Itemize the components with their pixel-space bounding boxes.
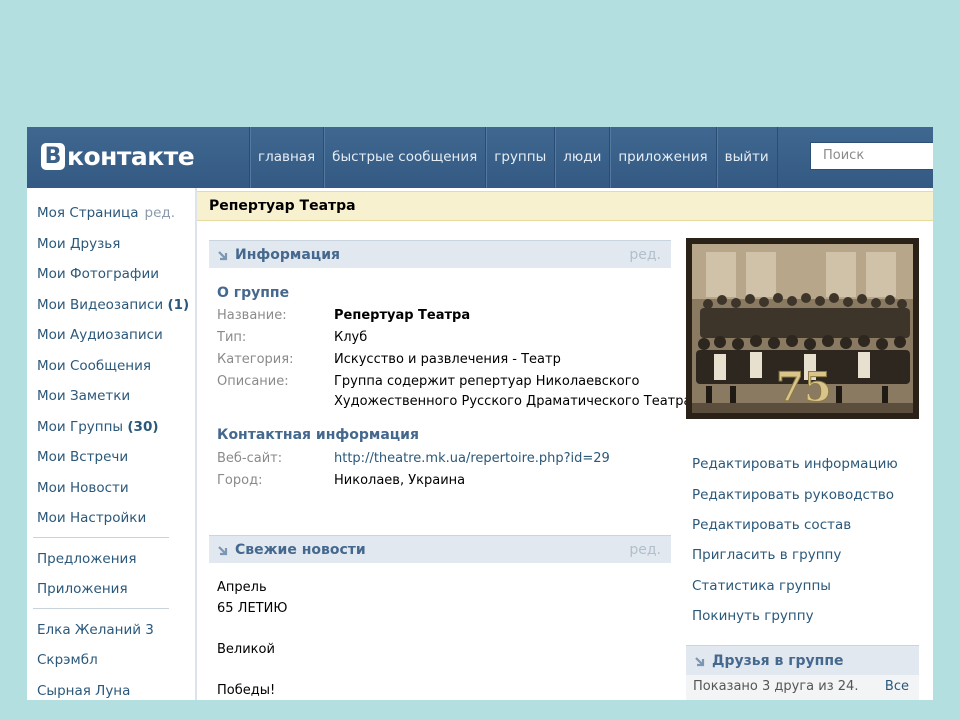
sidebar-item-events[interactable]: Мои Встречи <box>37 449 128 465</box>
logo-text: контакте <box>67 141 195 171</box>
sidebar-item-my-page[interactable]: Моя Страница ред. <box>37 205 175 221</box>
friends-in-group-header[interactable]: Друзья в группе <box>686 645 919 675</box>
city-value: Николаев, Украина <box>334 473 466 488</box>
nav-home[interactable]: главная <box>249 127 323 188</box>
info-section-header[interactable]: Информация ред. <box>209 240 671 268</box>
name-value: Репертуар Театра <box>334 308 471 323</box>
edit-link[interactable]: ред. <box>629 536 661 564</box>
sidebar-item-groups[interactable]: Мои Группы (30) <box>37 419 159 435</box>
type-value: Клуб <box>334 330 368 345</box>
nav-people[interactable]: люди <box>554 127 609 188</box>
main-nav: главная быстрые сообщения группы люди пр… <box>249 127 778 188</box>
about-group-heading: О группе <box>217 285 290 301</box>
type-label: Тип: <box>217 330 247 345</box>
section-title: Информация <box>235 247 340 263</box>
sidebar-item-videos[interactable]: Мои Видеозаписи (1) <box>37 297 189 313</box>
collapse-arrow-icon <box>695 657 705 667</box>
leave-group-link[interactable]: Покинуть группу <box>692 608 814 624</box>
category-value: Искусство и развлечения - Театр <box>334 352 561 367</box>
sidebar-item-label[interactable]: Мои Группы <box>37 419 123 435</box>
category-label: Категория: <box>217 352 294 367</box>
sidebar-item-news[interactable]: Мои Новости <box>37 480 129 496</box>
sidebar-item-app-3[interactable]: Сырная Луна <box>37 683 130 699</box>
count-badge: (30) <box>127 419 159 435</box>
collapse-arrow-icon <box>218 251 228 261</box>
sidebar-item-settings[interactable]: Мои Настройки <box>37 510 146 526</box>
collapse-arrow-icon <box>218 546 228 556</box>
sidebar-item-messages[interactable]: Мои Сообщения <box>37 358 151 374</box>
vkontakte-logo[interactable]: B контакте <box>41 141 195 171</box>
sidebar-item-app-1[interactable]: Елка Желаний 3 <box>37 622 154 638</box>
group-photo[interactable]: 75 <box>686 238 919 419</box>
edit-members-link[interactable]: Редактировать состав <box>692 517 851 533</box>
nav-logout[interactable]: выйти <box>715 127 778 188</box>
news-line: Великой <box>217 642 275 657</box>
sidebar-item-friends[interactable]: Мои Друзья <box>37 236 120 252</box>
nav-apps[interactable]: приложения <box>609 127 715 188</box>
news-line: Апрель <box>217 580 267 595</box>
sidebar-item-audio[interactable]: Мои Аудиозаписи <box>37 327 163 343</box>
content-border <box>195 188 197 700</box>
section-title: Друзья в группе <box>712 653 844 669</box>
website-label: Веб-сайт: <box>217 451 283 466</box>
contact-info-heading: Контактная информация <box>217 427 419 443</box>
group-stats-link[interactable]: Статистика группы <box>692 578 831 594</box>
friends-summary: Показано 3 друга из 24. Все <box>686 675 919 700</box>
invite-to-group-link[interactable]: Пригласить в группу <box>692 547 841 563</box>
sidebar-item-app-2[interactable]: Скрэмбл <box>37 652 98 668</box>
sidebar-item-notes[interactable]: Мои Заметки <box>37 388 130 404</box>
news-section-header[interactable]: Свежие новости ред. <box>209 535 671 563</box>
news-line: 65 ЛЕТИЮ <box>217 601 288 616</box>
description-label: Описание: <box>217 374 289 389</box>
sidebar-item-apps[interactable]: Приложения <box>37 581 128 597</box>
show-all-link[interactable]: Все <box>885 679 909 694</box>
nav-groups[interactable]: группы <box>485 127 554 188</box>
edit-link[interactable]: ред. <box>145 205 176 221</box>
sidebar-item-label[interactable]: Мои Видеозаписи <box>37 297 163 313</box>
sidebar-divider <box>33 608 169 609</box>
sidebar-divider <box>33 537 169 538</box>
sidebar-item-offers[interactable]: Предложения <box>37 551 136 567</box>
sidebar-item-photos[interactable]: Мои Фотографии <box>37 266 159 282</box>
website-link[interactable]: http://theatre.mk.ua/repertoire.php?id=2… <box>334 451 610 466</box>
page-title: Репертуар Театра <box>197 191 933 221</box>
city-label: Город: <box>217 473 263 488</box>
news-line: Победы! <box>217 683 276 698</box>
edit-link[interactable]: ред. <box>629 241 661 269</box>
vk-window: B контакте главная быстрые сообщения гру… <box>27 127 933 700</box>
edit-management-link[interactable]: Редактировать руководство <box>692 487 894 503</box>
sidebar-item-label[interactable]: Моя Страница <box>37 205 139 221</box>
left-sidebar: Моя Страница ред. Мои Друзья Мои Фотограф… <box>27 188 195 700</box>
section-title: Свежие новости <box>235 542 366 558</box>
description-line-1: Группа содержит репертуар Николаевского <box>334 374 640 389</box>
nav-quick-messages[interactable]: быстрые сообщения <box>323 127 485 188</box>
description-line-2: Художественного Русского Драматического … <box>334 394 692 409</box>
theatre-troupe-photo: 75 <box>686 238 919 419</box>
search-input[interactable]: Поиск <box>810 142 933 170</box>
logo-letter: B <box>41 142 65 170</box>
anniversary-badge: 75 <box>776 364 832 411</box>
edit-info-link[interactable]: Редактировать информацию <box>692 456 898 472</box>
name-label: Название: <box>217 308 287 323</box>
count-badge: (1) <box>167 297 190 313</box>
friends-count: Показано 3 друга из 24. <box>693 679 859 694</box>
top-bar: B контакте главная быстрые сообщения гру… <box>27 127 933 188</box>
